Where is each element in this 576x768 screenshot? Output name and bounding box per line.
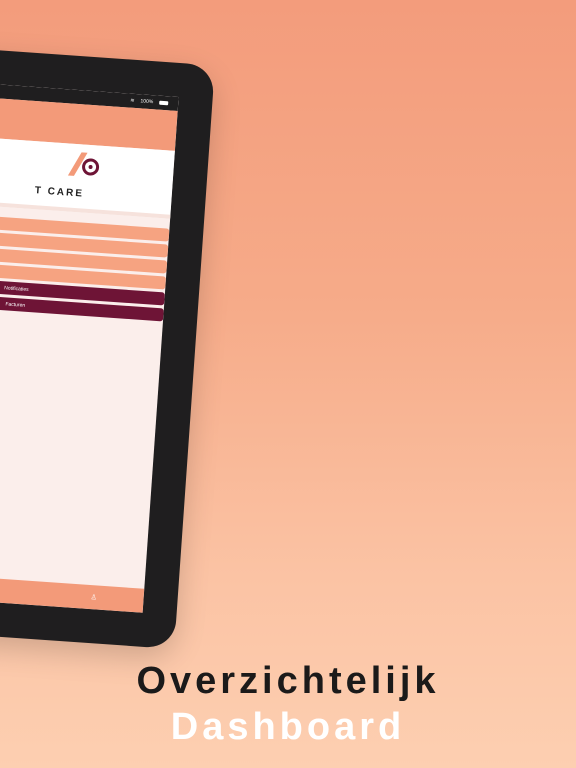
caption-title: Overzichtelijk [136, 660, 440, 702]
caption-subtitle: Dashboard [170, 706, 406, 748]
app-screen: ≋ 100% T CARE Notificaties Facturen ▬ ■ … [0, 76, 179, 613]
wifi-icon: ≋ [130, 97, 135, 104]
battery-label: 100% [140, 98, 154, 106]
battery-icon [159, 100, 169, 106]
bottom-tab-bar: ▬ ■ ♙ [0, 568, 145, 613]
profile-tab-icon[interactable]: ♙ [90, 593, 97, 601]
tablet-frame: ≋ 100% T CARE Notificaties Facturen ▬ ■ … [0, 39, 215, 650]
logo-icon [67, 152, 100, 176]
logo-text: T CARE [34, 185, 85, 200]
